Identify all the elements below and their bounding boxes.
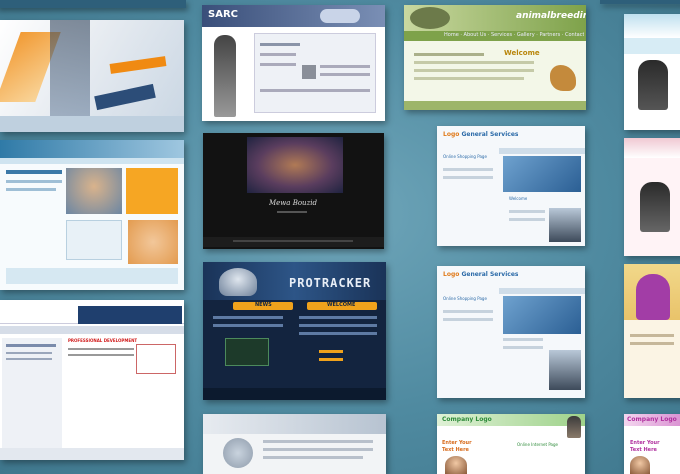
logo-word-b: Logo [443, 271, 460, 278]
thumbnail-company-logo-a[interactable]: Company Logo Enter Your Text Here Online… [437, 414, 585, 474]
company-logo-text: Company Logo [442, 416, 492, 423]
thumbnail-edge-top-b[interactable] [600, 0, 680, 4]
logo-subtitle-b: General Services [461, 271, 519, 278]
thumbnail-sarc-man[interactable]: SARC [202, 5, 385, 121]
online-shopping-title-b: Online Shopping Page [443, 296, 487, 301]
smiling-couple-photo [128, 220, 178, 264]
logo-word: Logo [443, 131, 460, 138]
corporate-headline: PROFESSIONAL DEVELOPMENT [68, 338, 138, 343]
animal-nav[interactable]: Home · About Us · Services · Gallery · P… [444, 32, 584, 38]
enter-text-line2-b: Text Here [630, 447, 657, 453]
thumbnail-logo-general-services-b[interactable]: Logo General Services Online Shopping Pa… [437, 266, 585, 398]
nav-services[interactable]: Services [491, 32, 512, 38]
thumbnail-edge-top-a[interactable] [0, 0, 186, 8]
silhouette-figure [636, 274, 670, 320]
office-banner [503, 156, 581, 192]
protracker-logo: PROTRACKER [289, 276, 372, 290]
online-shopping-title: Online Shopping Page [443, 154, 487, 159]
nav-contact[interactable]: Contact [565, 32, 584, 38]
woman-phone-photo [567, 416, 581, 438]
thumbnail-protracker[interactable]: PROTRACKER NEWS WELCOME [203, 262, 386, 400]
thumbnail-laptop-woman-b[interactable] [624, 138, 680, 256]
woman-laptop-image [638, 60, 668, 110]
woman-laptop-image-b [640, 182, 670, 232]
online-internet-page: Online Internet Page [517, 442, 559, 447]
news-label: NEWS [255, 302, 272, 308]
welcome-title: Welcome [509, 196, 528, 201]
logo-subtitle: General Services [461, 131, 519, 138]
nav-gallery[interactable]: Gallery [517, 32, 535, 38]
thumbnail-orange-tech[interactable] [0, 20, 184, 132]
thumbnail-company-logo-b[interactable]: Company Logo Enter Your Text Here [624, 414, 680, 474]
portrait-photo [247, 137, 343, 193]
office-banner-b [503, 296, 581, 334]
thumbnail-animal-breeding[interactable]: animalbreeding Home · About Us · Service… [404, 5, 586, 110]
nav-about[interactable]: About Us [464, 32, 487, 38]
thumbnail-blue-corporate[interactable]: PROFESSIONAL DEVELOPMENT [0, 300, 184, 460]
dog-image [550, 65, 576, 91]
enter-text-line1-b: Enter Your [630, 440, 660, 446]
thumbnail-grey-document[interactable] [203, 414, 386, 474]
smiling-woman-photo [445, 456, 467, 474]
thumbnail-logo-general-services-a[interactable]: Logo General Services Online Shopping Pa… [437, 126, 585, 246]
thumbnail-people-portal[interactable] [0, 140, 184, 290]
business-people-photo [549, 208, 581, 242]
portfolio-name: Mewa Bouzid [269, 199, 317, 207]
company-logo-text-b: Company Logo [627, 416, 677, 423]
thumbnail-dark-portfolio[interactable]: Mewa Bouzid [203, 133, 384, 249]
animal-breeding-logo: animalbreeding [516, 11, 586, 21]
thumbnail-laptop-woman-a[interactable] [624, 14, 680, 130]
animal-welcome-heading: Welcome [504, 49, 540, 57]
business-people-photo-b [549, 350, 581, 390]
nav-home[interactable]: Home [444, 32, 459, 38]
enter-text-line2: Text Here [442, 447, 469, 453]
enter-text-line1: Enter Your [442, 440, 472, 446]
thumbnail-purple-silhouette[interactable] [624, 264, 680, 398]
group-photo [66, 168, 122, 214]
tracker-device-image [219, 268, 257, 296]
welcome-label: WELCOME [327, 302, 356, 308]
woman-photo-b [630, 456, 650, 474]
nav-partners[interactable]: Partners [539, 32, 560, 38]
